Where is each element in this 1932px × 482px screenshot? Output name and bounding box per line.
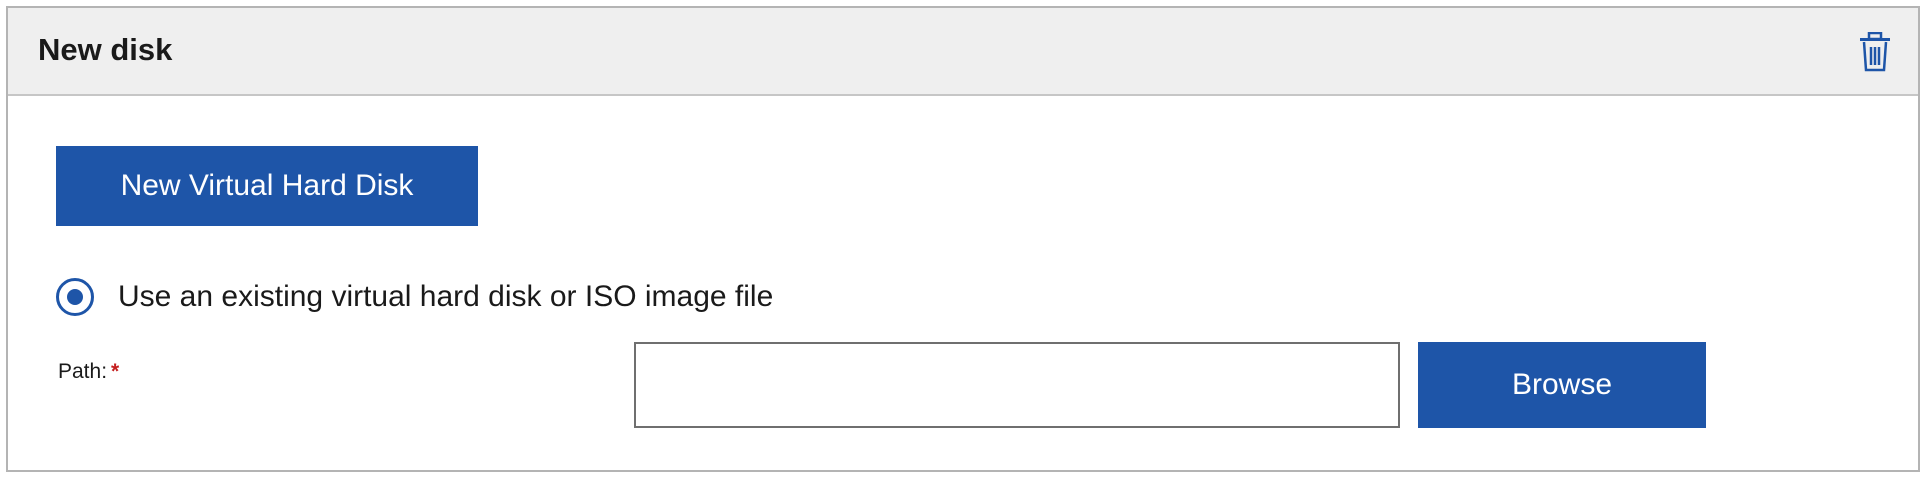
panel-header: New disk [8, 8, 1918, 96]
new-virtual-hard-disk-button[interactable]: New Virtual Hard Disk [56, 146, 478, 226]
path-label-text: Path: [58, 360, 108, 383]
existing-disk-radio[interactable] [56, 278, 94, 316]
radio-selected-dot [67, 289, 83, 305]
browse-button[interactable]: Browse [1418, 342, 1706, 428]
path-label: Path: * [58, 358, 119, 386]
delete-disk-button[interactable] [1858, 32, 1892, 72]
existing-disk-label: Use an existing virtual hard disk or ISO… [118, 280, 774, 313]
trash-icon [1858, 32, 1892, 72]
path-input[interactable] [634, 342, 1400, 428]
new-disk-panel: New disk New Virtual Hard Disk Use an ex… [6, 6, 1920, 472]
panel-title: New disk [38, 32, 173, 67]
required-marker: * [111, 360, 120, 383]
